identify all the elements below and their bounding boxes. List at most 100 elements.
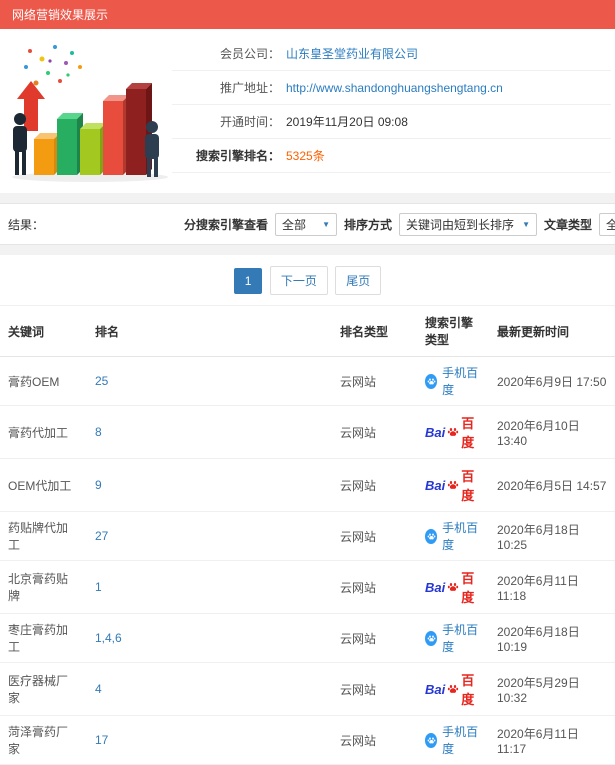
- rank-type-cell: 云网站: [332, 458, 417, 512]
- paw-icon: [448, 427, 459, 436]
- company-label: 会员公司：: [219, 47, 280, 61]
- baidu-logo-bai: Bai: [425, 477, 446, 493]
- paw-icon: [448, 684, 459, 693]
- col-header-rank-type: 排名类型: [332, 305, 417, 357]
- baidu-logo-bai: Bai: [425, 681, 446, 697]
- rank-link[interactable]: 17: [95, 733, 108, 747]
- rank-type-cell: 云网站: [332, 613, 417, 663]
- page-last-button[interactable]: 尾页: [335, 266, 382, 295]
- col-header-rank: 排名: [87, 305, 332, 357]
- rank-link[interactable]: 4: [95, 682, 102, 696]
- engine-cell: Bai 百度: [417, 560, 489, 614]
- page-current[interactable]: 1: [233, 268, 263, 294]
- time-cell: 2020年6月9日 17:50: [489, 356, 615, 406]
- article-type-label: 文章类型: [543, 217, 592, 232]
- rank-link[interactable]: 1: [95, 580, 102, 594]
- keyword-cell: 北京膏药贴牌: [0, 560, 87, 614]
- baidu-logo: Bai 百度: [425, 568, 481, 606]
- table-body: 膏药OEM 25 云网站 手机百度 2020年6月9日 17:50 膏药代加工 8 云网站…: [0, 356, 615, 765]
- col-header-updated: 最新更新时间: [489, 305, 615, 357]
- page-title: 网络营销效果展示: [12, 8, 109, 22]
- baidu-logo: Bai 百度: [425, 670, 481, 708]
- company-field: 会员公司： 山东皇圣堂药业有限公司: [172, 37, 611, 71]
- time-cell: 2020年6月11日 11:17: [489, 715, 615, 765]
- page-next-button[interactable]: 下一页: [269, 266, 328, 295]
- baidu-logo-bai: Bai: [425, 424, 446, 440]
- baidu-logo-bai: Bai: [425, 579, 446, 595]
- table-row: 北京膏药贴牌 1 云网站 Bai 百度 2020年6月11日 11:18: [0, 560, 615, 614]
- table-row: 医疗器械厂家 4 云网站 Bai 百度 2020年5月29日 10:32: [0, 662, 615, 716]
- results-section: 1 下一页 尾页 关键词 排名 排名类型 搜索引擎类型 最新更新时间 膏药OEM…: [0, 255, 615, 765]
- keyword-cell: OEM代加工: [0, 458, 87, 512]
- keyword-cell: 菏泽膏药厂家: [0, 715, 87, 765]
- rank-cell: 27: [87, 511, 332, 561]
- rank-cell: 8: [87, 405, 332, 459]
- baidu-paw-icon: [447, 426, 459, 438]
- rank-link[interactable]: 9: [95, 478, 102, 492]
- engine-cell: Bai 百度: [417, 458, 489, 512]
- mobile-baidu-label: 手机百度: [442, 623, 479, 654]
- mobile-baidu-badge: 手机百度: [425, 364, 481, 398]
- paw-icon: [427, 634, 435, 641]
- article-type-value: 全部: [606, 217, 615, 232]
- rank-type-cell: 云网站: [332, 715, 417, 765]
- table-row: OEM代加工 9 云网站 Bai 百度 2020年6月5日 14:57: [0, 458, 615, 512]
- rank-type-cell: 云网站: [332, 511, 417, 561]
- time-cell: 2020年6月18日 10:25: [489, 511, 615, 561]
- table-row: 枣庄膏药加工 1,4,6 云网站 手机百度 2020年6月18日 10:19: [0, 613, 615, 663]
- mobile-baidu-label: 手机百度: [442, 366, 479, 397]
- time-cell: 2020年6月5日 14:57: [489, 458, 615, 512]
- table-row: 菏泽膏药厂家 17 云网站 手机百度 2020年6月11日 11:17: [0, 715, 615, 765]
- rank-type-cell: 云网站: [332, 662, 417, 716]
- paw-icon: [427, 736, 435, 743]
- engine-cell: 手机百度: [417, 511, 489, 561]
- rank-link[interactable]: 8: [95, 425, 102, 439]
- engine-filter-select[interactable]: 全部 ▼: [275, 212, 338, 236]
- promo-url-link[interactable]: http://www.shandonghuangshengtang.cn: [286, 81, 503, 95]
- table-header-row: 关键词 排名 排名类型 搜索引擎类型 最新更新时间: [0, 305, 615, 357]
- keyword-cell: 膏药代加工: [0, 405, 87, 459]
- chevron-down-icon: ▼: [322, 219, 331, 229]
- rank-type-cell: 云网站: [332, 356, 417, 406]
- col-header-engine-type: 搜索引擎类型: [417, 305, 489, 357]
- baidu-paw-icon: [447, 479, 459, 491]
- rank-cell: 9: [87, 458, 332, 512]
- results-table: 关键词 排名 排名类型 搜索引擎类型 最新更新时间 膏药OEM 25 云网站 手机百…: [0, 305, 615, 765]
- rank-cell: 1,4,6: [87, 613, 332, 663]
- engine-cell: Bai 百度: [417, 405, 489, 459]
- company-link[interactable]: 山东皇圣堂药业有限公司: [286, 45, 418, 62]
- rank-cell: 17: [87, 715, 332, 765]
- rank-type-cell: 云网站: [332, 560, 417, 614]
- sort-select[interactable]: 关键词由短到长排序 ▼: [399, 212, 537, 236]
- title-bar: 网络营销效果展示: [0, 0, 615, 29]
- paw-icon: [448, 582, 459, 591]
- growth-chart-illustration: [0, 35, 172, 183]
- mobile-baidu-icon: [425, 528, 438, 544]
- open-time-label: 开通时间：: [219, 115, 280, 129]
- baidu-logo-cn: 百度: [461, 469, 475, 503]
- keyword-cell: 膏药OEM: [0, 356, 87, 406]
- baidu-logo-cn: 百度: [461, 673, 475, 707]
- rank-cell: 25: [87, 356, 332, 406]
- mobile-baidu-label: 手机百度: [442, 725, 479, 756]
- confetti-dots: [24, 45, 82, 86]
- mobile-baidu-badge: 手机百度: [425, 621, 481, 655]
- mobile-baidu-icon: [425, 373, 438, 389]
- engine-cell: 手机百度: [417, 613, 489, 663]
- rank-cell: 4: [87, 662, 332, 716]
- baidu-logo-cn: 百度: [461, 416, 475, 450]
- result-label: 结果：: [8, 217, 45, 232]
- promo-url-label: 推广地址：: [219, 81, 280, 95]
- rank-cell: 1: [87, 560, 332, 614]
- mobile-baidu-icon: [425, 630, 438, 646]
- bars: [34, 83, 152, 175]
- article-type-select[interactable]: 全部 ▼: [599, 212, 615, 236]
- engine-cell: Bai 百度: [417, 662, 489, 716]
- col-header-keyword: 关键词: [0, 305, 87, 357]
- rank-link[interactable]: 25: [95, 374, 108, 388]
- open-time-value: 2019年11月20日 09:08: [286, 115, 408, 129]
- mobile-baidu-badge: 手机百度: [425, 519, 481, 553]
- filters: 分搜索引擎查看 全部 ▼ 排序方式 关键词由短到长排序 ▼ 文章类型 全部 ▼ …: [184, 212, 615, 236]
- rank-link[interactable]: 1,4,6: [95, 631, 122, 645]
- rank-link[interactable]: 27: [95, 529, 108, 543]
